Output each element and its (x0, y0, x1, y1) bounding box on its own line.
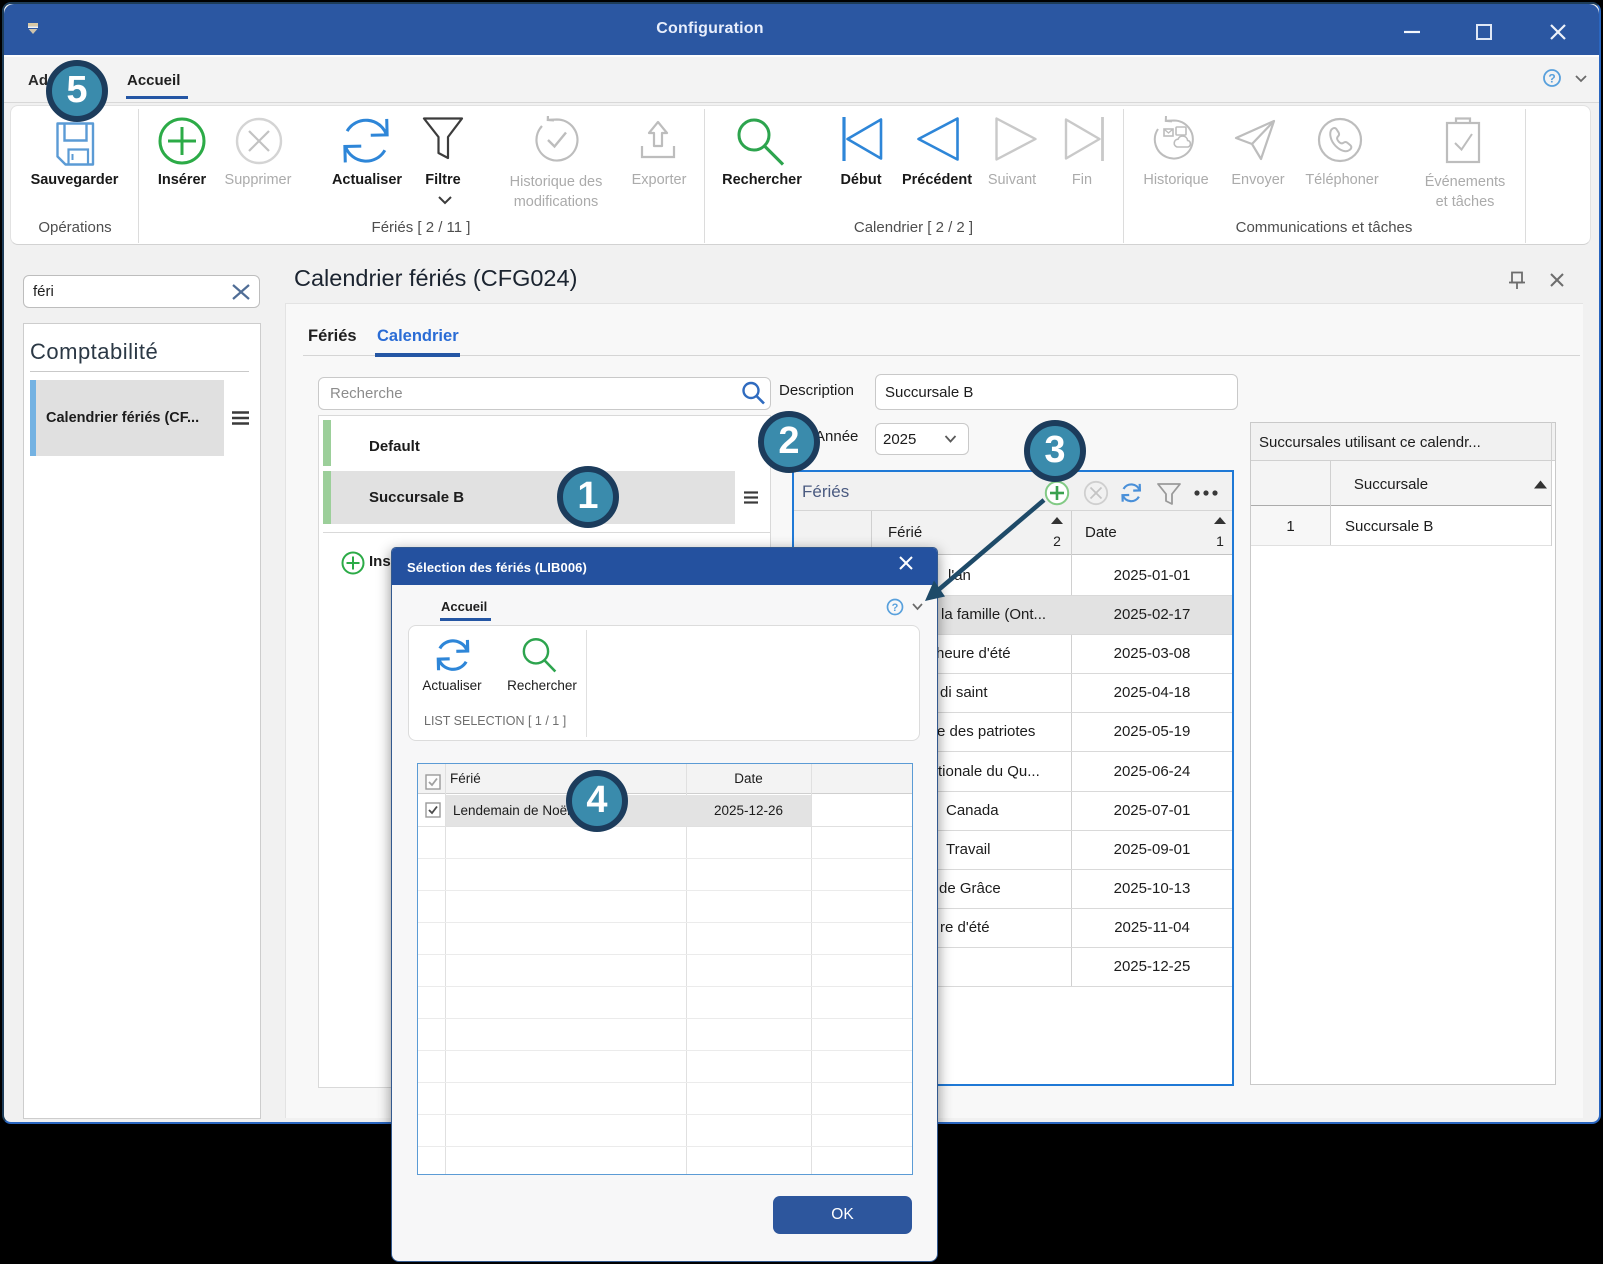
svg-text:?: ? (892, 602, 899, 614)
svg-text:1: 1 (1216, 533, 1224, 549)
